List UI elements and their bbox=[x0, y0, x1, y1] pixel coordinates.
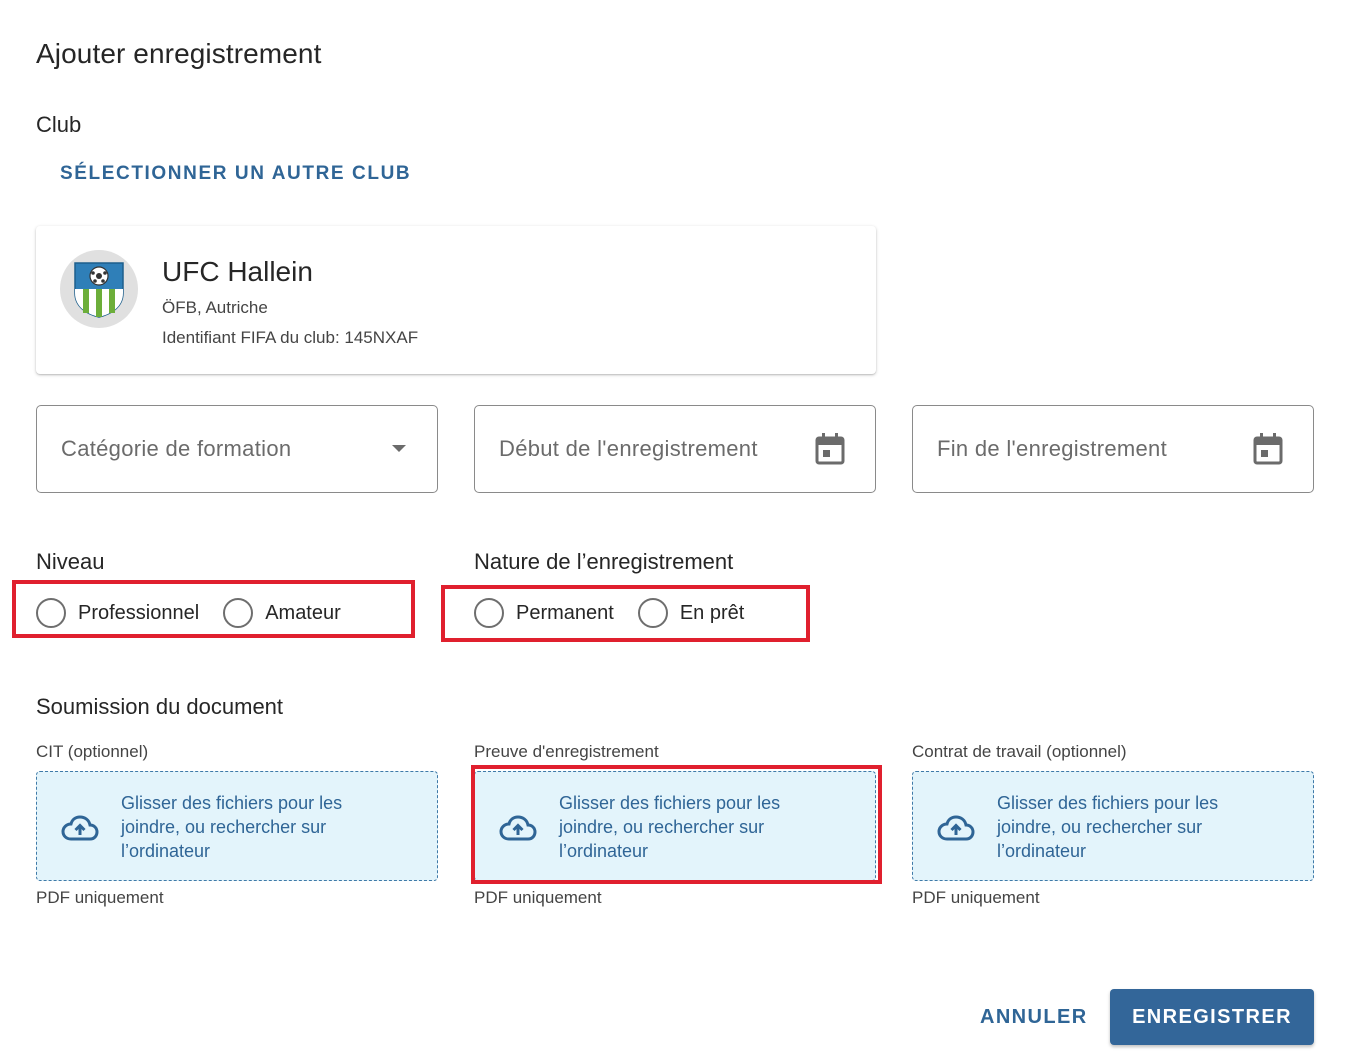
calendar-icon[interactable] bbox=[1253, 433, 1283, 465]
select-other-club-button[interactable]: SÉLECTIONNER UN AUTRE CLUB bbox=[44, 154, 427, 194]
upload-caption-proof: Preuve d'enregistrement bbox=[474, 742, 659, 761]
upload-hint-cit: PDF uniquement bbox=[36, 888, 164, 907]
save-button[interactable]: ENREGISTRER bbox=[1110, 989, 1314, 1045]
highlight-box-niveau bbox=[12, 580, 415, 638]
cloud-upload-icon bbox=[937, 815, 975, 846]
registration-end-placeholder: Fin de l'enregistrement bbox=[937, 436, 1167, 461]
cancel-button[interactable]: ANNULER bbox=[968, 994, 1100, 1040]
upload-caption-cit: CIT (optionnel) bbox=[36, 742, 149, 761]
calendar-icon[interactable] bbox=[815, 433, 845, 465]
upload-dropzone-contract[interactable]: Glisser des fichiers pour les joindre, o… bbox=[912, 771, 1314, 881]
upload-caption-contract: Contrat de travail (optionnel) bbox=[912, 742, 1127, 761]
upload-dropzone-cit[interactable]: Glisser des fichiers pour les joindre, o… bbox=[36, 771, 438, 881]
club-fifa-id: Identifiant FIFA du club: 145NXAF bbox=[162, 328, 419, 347]
registration-start-field[interactable]: Début de l'enregistrement bbox=[474, 405, 876, 493]
chevron-down-icon bbox=[391, 444, 407, 454]
nature-label: Nature de l’enregistrement bbox=[474, 549, 734, 574]
upload-hint-proof: PDF uniquement bbox=[474, 888, 602, 907]
training-category-select[interactable]: Catégorie de formation bbox=[36, 405, 438, 493]
upload-hint-contract: PDF uniquement bbox=[912, 888, 1040, 907]
document-submission-label: Soumission du document bbox=[36, 694, 284, 719]
club-card: UFC Hallein ÖFB, Autriche Identifiant FI… bbox=[36, 226, 876, 374]
dropzone-text: Glisser des fichiers pour les joindre, o… bbox=[997, 793, 1219, 861]
registration-start-placeholder: Début de l'enregistrement bbox=[499, 436, 758, 461]
niveau-label: Niveau bbox=[36, 549, 105, 574]
highlight-box-nature bbox=[441, 585, 810, 642]
cloud-upload-icon bbox=[61, 815, 99, 846]
club-section-label: Club bbox=[36, 112, 82, 137]
dropzone-text: Glisser des fichiers pour les joindre, o… bbox=[121, 793, 343, 861]
training-category-placeholder: Catégorie de formation bbox=[61, 436, 292, 461]
club-name: UFC Hallein bbox=[162, 256, 313, 287]
registration-end-field[interactable]: Fin de l'enregistrement bbox=[912, 405, 1314, 493]
club-association: ÖFB, Autriche bbox=[162, 298, 268, 317]
highlight-box-proof-upload bbox=[471, 765, 882, 884]
club-crest-icon bbox=[60, 250, 138, 328]
dialog-title: Ajouter enregistrement bbox=[36, 38, 322, 69]
